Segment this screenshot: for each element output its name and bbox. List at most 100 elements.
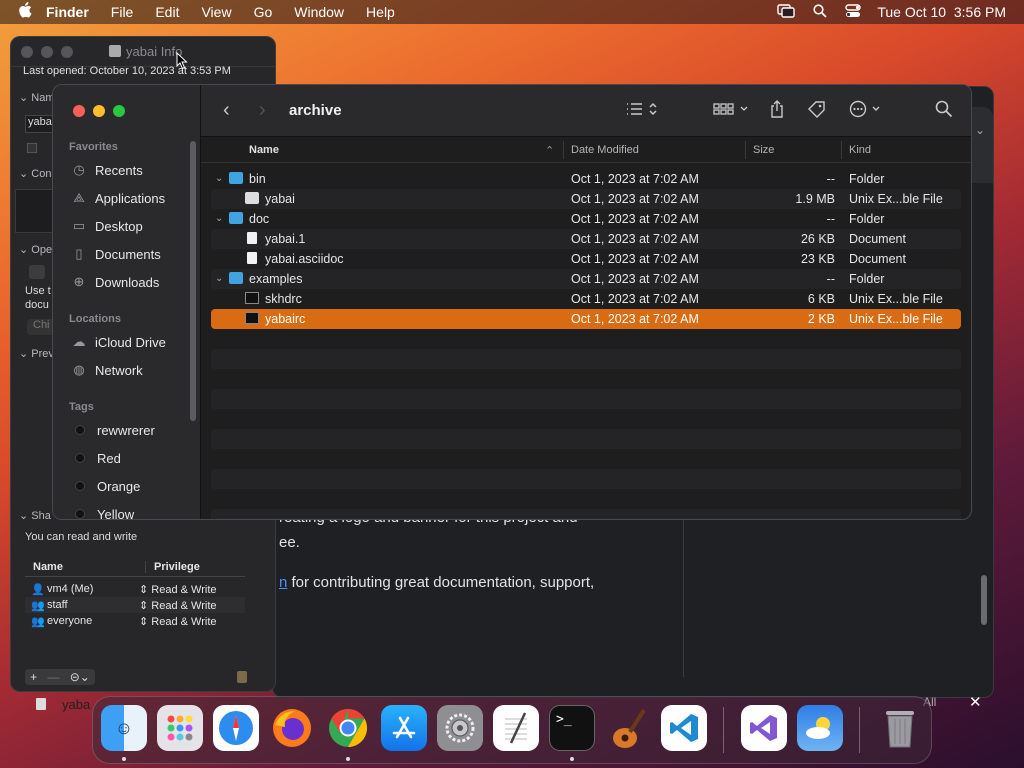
perm-privilege-header[interactable]: Privilege [145, 561, 200, 573]
permission-row[interactable]: 👥 staff ⇕ Read & Write [25, 597, 245, 613]
column-divider[interactable] [841, 141, 842, 159]
disclosure-chevron-icon[interactable]: ⌄ [215, 273, 223, 284]
close-button[interactable] [73, 105, 85, 117]
apple-menu-icon[interactable] [18, 1, 32, 23]
file-name: examples [249, 272, 303, 286]
back-button[interactable]: ‹ [223, 99, 230, 122]
sidebar-item-downloads[interactable]: ⊕ Downloads [71, 271, 160, 293]
sidebar-item-icloud[interactable]: ☁ iCloud Drive [71, 331, 166, 353]
close-icon[interactable]: ✕ [969, 693, 982, 711]
dock-divider [859, 707, 860, 753]
list-row-yabai-1[interactable]: yabai.1 Oct 1, 2023 at 7:02 AM 26 KB Doc… [211, 229, 961, 249]
menu-help[interactable]: Help [366, 4, 395, 20]
garageband-icon[interactable] [605, 705, 651, 751]
document-icon: ▯ [75, 246, 83, 261]
privilege-popup[interactable]: ⇕ Read & Write [139, 583, 217, 596]
column-header-date[interactable]: Date Modified [571, 144, 639, 156]
close-button[interactable] [21, 45, 33, 58]
privilege-popup[interactable]: ⇕ Read & Write [139, 615, 217, 628]
sidebar-tag-rewwrerer[interactable]: rewwrerer [71, 419, 155, 441]
column-divider[interactable] [745, 141, 746, 159]
section-open-with[interactable]: ⌄ Ope [19, 243, 52, 256]
menu-finder[interactable]: Finder [46, 4, 89, 20]
weather-icon[interactable] [797, 705, 843, 751]
more-actions-icon[interactable] [849, 100, 885, 122]
add-permission-button[interactable]: + [30, 670, 37, 684]
firefox-icon[interactable] [269, 705, 315, 751]
list-row-yabairc-selected[interactable]: yabairc Oct 1, 2023 at 7:02 AM 2 KB Unix… [211, 309, 961, 329]
list-row-bin[interactable]: ⌄ bin Oct 1, 2023 at 7:02 AM -- Folder [211, 169, 961, 189]
sidebar-scrollbar[interactable] [190, 141, 196, 421]
menu-go[interactable]: Go [254, 4, 273, 20]
sidebar-item-recents[interactable]: ◷ Recents [71, 159, 142, 181]
section-preview[interactable]: ⌄ Prev [19, 347, 54, 360]
screen-mirroring-icon[interactable] [777, 3, 796, 21]
zoom-button[interactable] [61, 45, 73, 58]
list-row-yabai[interactable]: yabai Oct 1, 2023 at 7:02 AM 1.9 MB Unix… [211, 189, 961, 209]
trash-icon[interactable] [877, 705, 923, 751]
disclosure-chevron-icon[interactable]: ⌄ [215, 213, 223, 224]
zoom-button[interactable] [113, 105, 125, 117]
finder-icon[interactable]: ☺ [101, 705, 147, 751]
terminal-icon[interactable]: >_ [549, 705, 595, 751]
safari-icon[interactable] [213, 705, 259, 751]
system-settings-icon[interactable] [437, 705, 483, 751]
sidebar-tag-red[interactable]: Red [71, 447, 121, 469]
menu-window[interactable]: Window [294, 4, 344, 20]
column-divider[interactable] [563, 141, 564, 159]
share-icon[interactable] [769, 99, 785, 122]
list-row-doc[interactable]: ⌄ doc Oct 1, 2023 at 7:02 AM -- Folder [211, 209, 961, 229]
app-store-icon[interactable] [381, 705, 427, 751]
column-header-size[interactable]: Size [753, 144, 774, 156]
search-icon[interactable] [935, 100, 953, 122]
finder-toolbar: ‹ › archive [201, 85, 971, 137]
section-sharing[interactable]: ⌄ Sha [19, 509, 51, 522]
comments-field[interactable] [15, 189, 55, 233]
sort-chevron-up-icon[interactable]: ⌃ [545, 144, 554, 157]
remove-permission-button[interactable]: — [47, 670, 59, 684]
minimize-button[interactable] [41, 45, 53, 58]
tag-icon[interactable] [807, 100, 827, 122]
textedit-icon[interactable] [493, 705, 539, 751]
minimize-button[interactable] [93, 105, 105, 117]
list-view-icon[interactable] [625, 101, 659, 121]
sidebar-item-documents[interactable]: ▯ Documents [71, 243, 160, 265]
chrome-icon[interactable] [325, 705, 371, 751]
vscode-icon[interactable] [661, 705, 707, 751]
lock-icon[interactable] [237, 671, 247, 683]
spotlight-search-icon[interactable] [813, 3, 827, 21]
visual-studio-icon[interactable] [741, 705, 787, 751]
group-by-icon[interactable] [713, 101, 751, 121]
applications-icon: ⟁ [73, 190, 85, 205]
perm-name-header[interactable]: Name [33, 561, 63, 573]
menu-clock[interactable]: Tue Oct 10 3:56 PM [877, 4, 1006, 20]
control-center-icon[interactable] [845, 3, 862, 21]
disclosure-chevron-icon[interactable]: ⌄ [215, 173, 223, 184]
menu-edit[interactable]: Edit [155, 4, 179, 20]
list-row-examples[interactable]: ⌄ examples Oct 1, 2023 at 7:02 AM -- Fol… [211, 269, 961, 289]
sidebar-tag-yellow[interactable]: Yellow [71, 503, 134, 519]
privilege-popup[interactable]: ⇕ Read & Write [139, 599, 217, 612]
menu-view[interactable]: View [201, 4, 231, 20]
permission-row[interactable]: 👥 everyone ⇕ Read & Write [25, 613, 245, 629]
launchpad-icon[interactable] [157, 705, 203, 751]
hide-extension-checkbox[interactable] [27, 143, 37, 153]
list-row-yabai-asciidoc[interactable]: yabai.asciidoc Oct 1, 2023 at 7:02 AM 23… [211, 249, 961, 269]
sidebar-item-network[interactable]: ◍ Network [71, 359, 142, 381]
sidebar-item-applications[interactable]: ⟁ Applications [71, 187, 165, 209]
open-with-popup[interactable] [29, 265, 45, 279]
permission-action-menu[interactable]: ⊝⌄ [70, 670, 90, 684]
column-header-kind[interactable]: Kind [849, 144, 871, 156]
sidebar-tag-orange[interactable]: Orange [71, 475, 140, 497]
menu-file[interactable]: File [111, 4, 134, 20]
section-comments[interactable]: ⌄ Con [19, 167, 51, 180]
running-indicator [122, 757, 126, 761]
forward-button[interactable]: › [259, 99, 266, 122]
section-name[interactable]: ⌄ Nam [19, 91, 55, 104]
list-row-skhdrc[interactable]: skhdrc Oct 1, 2023 at 7:02 AM 6 KB Unix … [211, 289, 961, 309]
column-header-name[interactable]: Name [249, 144, 279, 156]
sidebar-item-desktop[interactable]: ▭ Desktop [71, 215, 143, 237]
chevron-down-icon[interactable]: ⌄ [975, 123, 985, 137]
scrollbar[interactable] [981, 575, 987, 625]
permission-row[interactable]: 👤 vm4 (Me) ⇕ Read & Write [25, 581, 245, 597]
